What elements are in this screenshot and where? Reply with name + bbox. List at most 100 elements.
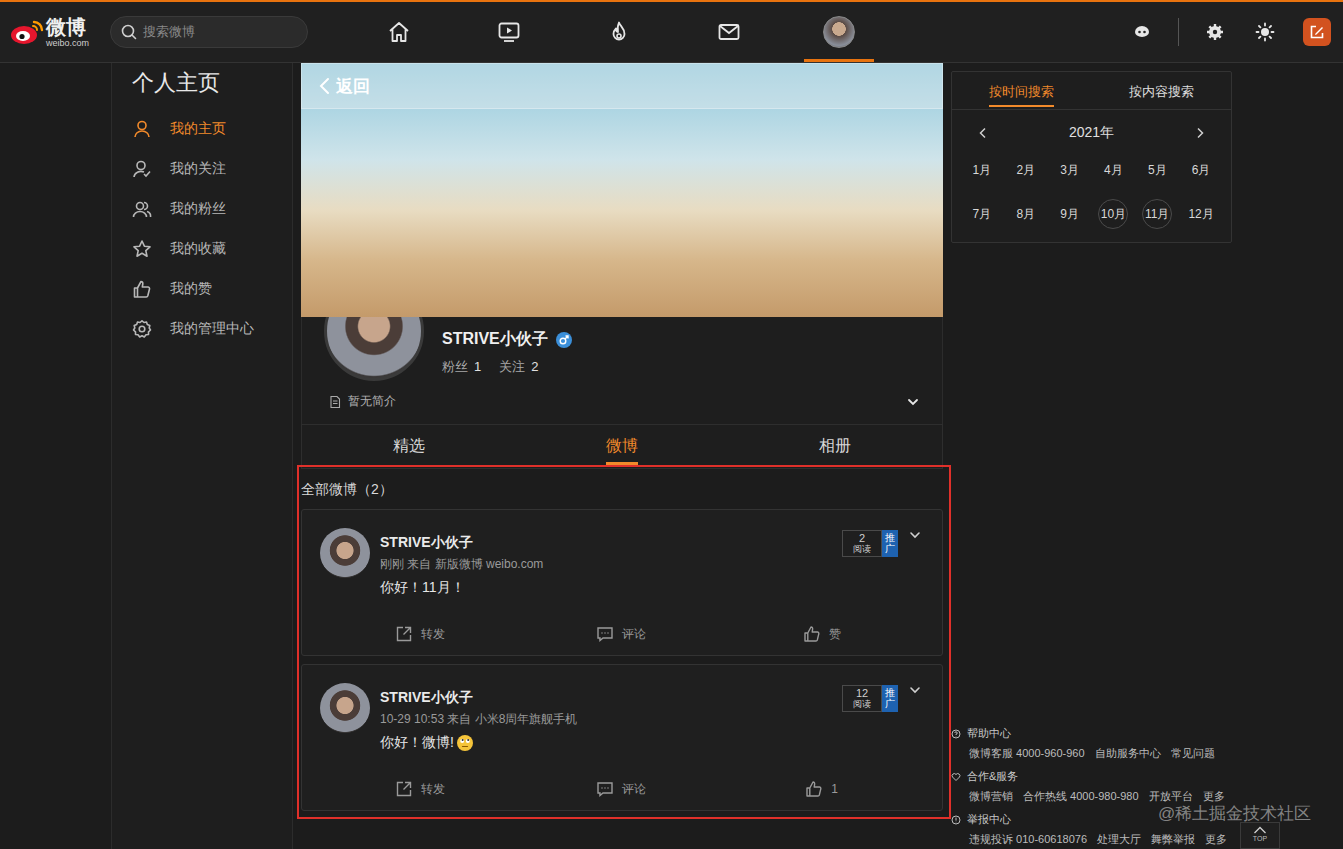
post-avatar[interactable] — [320, 683, 370, 733]
post-action[interactable]: 转发 — [320, 621, 521, 647]
post-avatar[interactable] — [320, 528, 370, 578]
post-action[interactable]: 评论 — [521, 776, 722, 802]
month-cell[interactable]: 10月 — [1091, 192, 1135, 236]
sidebar-item[interactable]: 我的收藏 — [132, 229, 292, 269]
profile-tab[interactable]: 微博 — [515, 425, 728, 468]
month-label: 5月 — [1142, 155, 1172, 185]
stat-item[interactable]: 粉丝1 — [442, 358, 481, 376]
action-label: 评论 — [622, 626, 646, 643]
male-gender-icon — [556, 332, 572, 348]
game-face-icon — [1132, 22, 1152, 42]
footer-link[interactable]: 更多 — [1205, 832, 1227, 847]
nav-item[interactable] — [584, 2, 654, 62]
footer-link[interactable]: 合作热线 4000-980-980 — [1023, 789, 1139, 804]
month-cell[interactable]: 12月 — [1179, 192, 1223, 236]
post-meta: 刚刚 来自 新版微博 weibo.com — [380, 556, 832, 573]
footer-link[interactable]: 自助服务中心 — [1095, 746, 1161, 761]
month-cell[interactable]: 2月 — [1004, 148, 1048, 192]
theme-button[interactable] — [1247, 14, 1283, 50]
gear-icon — [1206, 23, 1224, 41]
profile-card: STRIVE小伙子粉丝1关注2暂无简介 — [301, 317, 943, 424]
month-label: 12月 — [1186, 199, 1216, 229]
back-bar[interactable]: 返回 — [301, 63, 943, 109]
nav-item[interactable] — [804, 2, 874, 62]
more-chevron-icon[interactable] — [908, 528, 922, 542]
month-cell[interactable]: 11月 — [1135, 192, 1179, 236]
more-chevron-icon[interactable] — [908, 683, 922, 697]
footer-link[interactable]: 舞弊举报 — [1151, 832, 1195, 847]
previous-year-icon[interactable] — [976, 126, 990, 140]
profile-tab[interactable]: 相册 — [729, 425, 942, 468]
nav-item[interactable] — [474, 2, 544, 62]
search-icon — [121, 24, 137, 40]
comment-icon — [596, 780, 614, 798]
footer-link[interactable]: 违规投诉 010-60618076 — [969, 832, 1087, 847]
post-author[interactable]: STRIVE小伙子 — [380, 689, 832, 707]
next-year-icon[interactable] — [1193, 126, 1207, 140]
month-label: 4月 — [1098, 155, 1128, 185]
sidebar-item[interactable]: 我的粉丝 — [132, 189, 292, 229]
comment-icon — [596, 625, 614, 643]
profile-tab[interactable]: 精选 — [302, 425, 515, 468]
footer-link[interactable]: 常见问题 — [1171, 746, 1215, 761]
weibo-logo[interactable]: 微博weibo.com — [10, 17, 110, 48]
profile-avatar-icon — [823, 16, 855, 48]
month-cell[interactable]: 4月 — [1091, 148, 1135, 192]
stat-label: 关注 — [499, 359, 525, 374]
home-icon — [387, 20, 411, 44]
footer-link[interactable]: 微博营销 — [969, 789, 1013, 804]
post-meta: 10-29 10:53 来自 小米8周年旗舰手机 — [380, 711, 832, 728]
month-cell[interactable]: 3月 — [1048, 148, 1092, 192]
sidebar-item-label: 我的管理中心 — [170, 320, 254, 338]
nav-item[interactable] — [694, 2, 764, 62]
post-action[interactable]: 1 — [721, 776, 922, 802]
action-label: 转发 — [421, 626, 445, 643]
search-mode-tab[interactable]: 按时间搜索 — [952, 72, 1092, 109]
footer-link[interactable]: 微博客服 4000-960-960 — [969, 746, 1085, 761]
footer-link[interactable]: 更多 — [1203, 789, 1225, 804]
month-cell[interactable]: 9月 — [1048, 192, 1092, 236]
month-cell[interactable]: 8月 — [1004, 192, 1048, 236]
nav-item[interactable] — [364, 2, 434, 62]
footer-link[interactable]: 处理大厅 — [1097, 832, 1141, 847]
stat-item[interactable]: 关注2 — [499, 358, 538, 376]
feed-title: 全部微博（2） — [301, 475, 943, 501]
post-action[interactable]: 转发 — [320, 776, 521, 802]
search-mode-label: 按内容搜索 — [1129, 84, 1194, 99]
sidebar-item[interactable]: 我的管理中心 — [132, 309, 292, 349]
bio-row: 暂无简介 — [324, 393, 920, 410]
post-action[interactable]: 评论 — [521, 621, 722, 647]
compose-button[interactable] — [1303, 18, 1331, 46]
back-label: 返回 — [336, 75, 370, 98]
settings-button[interactable] — [1197, 14, 1233, 50]
game-button[interactable] — [1124, 14, 1160, 50]
video-icon — [497, 20, 521, 44]
back-arrow-icon — [318, 76, 332, 96]
sidebar-item[interactable]: 我的赞 — [132, 269, 292, 309]
read-count-badge[interactable]: 2阅读推广 — [842, 530, 898, 557]
sidebar-item[interactable]: 我的关注 — [132, 149, 292, 189]
month-cell[interactable]: 7月 — [960, 192, 1004, 236]
promote-tag[interactable]: 推广 — [882, 685, 898, 712]
read-count-badge[interactable]: 12阅读推广 — [842, 685, 898, 712]
month-cell[interactable]: 1月 — [960, 148, 1004, 192]
post-action[interactable]: 赞 — [721, 621, 922, 647]
back-to-top-button[interactable]: TOP — [1240, 822, 1280, 849]
search-field[interactable]: 搜索微博 — [110, 16, 308, 48]
stat-label: 粉丝 — [442, 359, 468, 374]
footer-link[interactable]: 开放平台 — [1149, 789, 1193, 804]
logo-name: 微博 — [46, 17, 89, 37]
top-actions — [1124, 14, 1331, 50]
month-cell[interactable]: 6月 — [1179, 148, 1223, 192]
post-author[interactable]: STRIVE小伙子 — [380, 534, 832, 552]
like-icon — [132, 279, 152, 299]
month-grid: 1月2月3月4月 5月6月 7月8月9月10月11月12月 — [952, 148, 1231, 236]
month-cell[interactable]: 5月 — [1135, 148, 1179, 192]
sidebar-item-label: 我的主页 — [170, 120, 226, 138]
search-mode-tab[interactable]: 按内容搜索 — [1092, 72, 1232, 109]
sidebar-item-label: 我的收藏 — [170, 240, 226, 258]
heart-icon — [951, 772, 961, 782]
promote-tag[interactable]: 推广 — [882, 530, 898, 557]
expand-chevron-icon[interactable] — [906, 395, 920, 409]
sidebar-item[interactable]: 我的主页 — [132, 109, 292, 149]
